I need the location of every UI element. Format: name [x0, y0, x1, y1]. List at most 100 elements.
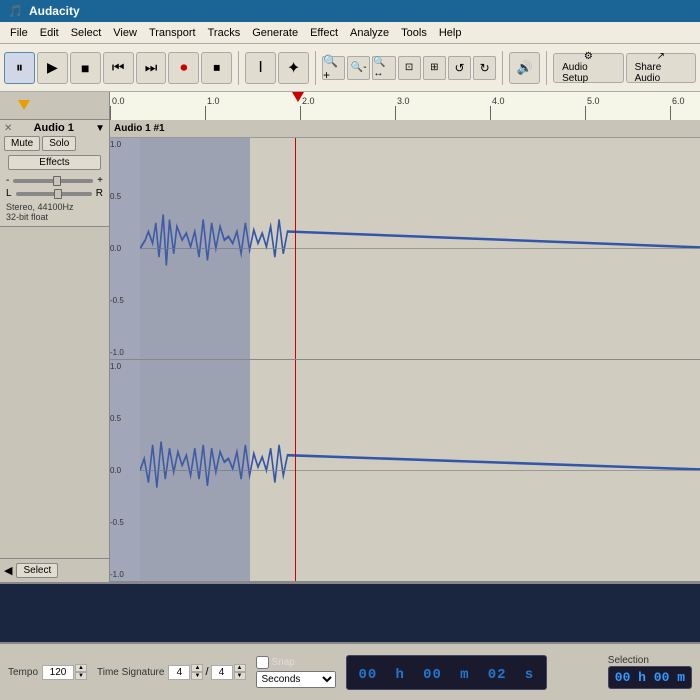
envelope-tool[interactable]: ✦	[278, 52, 309, 84]
ruler-tick-4: 4.0	[490, 96, 505, 106]
time-sig-num-down[interactable]: ▼	[191, 672, 203, 680]
tempo-label: Tempo	[8, 667, 38, 678]
separator3	[502, 51, 503, 85]
ruler[interactable]: 0.0 1.0 2.0 3.0 4.0 5.0 6.0	[110, 92, 700, 120]
app-icon: 🎵	[8, 4, 23, 18]
time-display: 00 h 00 m 02 s	[346, 655, 548, 690]
time-sig-den-up[interactable]: ▲	[234, 664, 246, 672]
ruler-tick-0: 0.0	[110, 96, 125, 106]
y-axis-ch2: 1.0 0.5 0.0 -0.5 -1.0	[110, 360, 140, 581]
track-menu-arrow[interactable]: ▼	[95, 123, 105, 134]
pause2-button[interactable]: ⏹	[201, 52, 232, 84]
time-sig-den-input[interactable]	[211, 665, 233, 680]
tempo-up-button[interactable]: ▲	[75, 664, 87, 672]
zoom-fit-button[interactable]: 🔍↔	[372, 56, 395, 80]
pan-knob[interactable]	[54, 189, 62, 199]
ruler-left-panel	[0, 92, 110, 119]
tracks-area: ✕ Audio 1 ▼ Mute Solo Effects -	[0, 120, 700, 582]
zoom-redo-button[interactable]: ↻	[473, 56, 496, 80]
pan-right-label: R	[96, 188, 103, 199]
tempo-field: Tempo ▲ ▼	[8, 664, 87, 680]
mute-button[interactable]: Mute	[4, 136, 40, 151]
time-sig-num-up[interactable]: ▲	[191, 664, 203, 672]
zoom-undo-button[interactable]: ↺	[448, 56, 471, 80]
audio-setup-label: Audio Setup	[562, 62, 614, 84]
gain-knob[interactable]	[53, 176, 61, 186]
menu-tracks[interactable]: Tracks	[202, 25, 247, 41]
zoom-sel-button[interactable]: ⊡	[398, 56, 421, 80]
snap-checkbox[interactable]	[256, 656, 269, 669]
pause-button[interactable]: ⏸	[4, 52, 35, 84]
y-axis-ch1: 1.0 0.5 0.0 -0.5 -1.0	[110, 138, 140, 359]
track-info: Stereo, 44100Hz32-bit float	[4, 200, 105, 224]
tempo-input[interactable]	[42, 665, 74, 680]
time-m-label: m	[460, 667, 469, 683]
menu-view[interactable]: View	[107, 25, 143, 41]
track-channel-1[interactable]: 1.0 0.5 0.0 -0.5 -1.0	[110, 138, 700, 360]
menu-edit[interactable]: Edit	[34, 25, 65, 41]
content-area: 0.0 1.0 2.0 3.0 4.0 5.0 6.0	[0, 92, 700, 582]
snap-select[interactable]: Seconds	[256, 671, 336, 688]
menubar: File Edit Select View Transport Tracks G…	[0, 22, 700, 44]
menu-generate[interactable]: Generate	[246, 25, 304, 41]
gain-min-label: -	[6, 175, 9, 186]
right-marker	[292, 92, 304, 102]
track-channel-2[interactable]: 1.0 0.5 0.0 -0.5 -1.0	[110, 360, 700, 582]
time-signature-field: Time Signature ▲ ▼ / ▲ ▼	[97, 664, 246, 680]
toolbar: ⏸ ▶ ■ ⏮ ⏭ ⏺ ⏹ I ✦ 🔍+ 🔍- 🔍↔ ⊡ ⊞ ↺ ↻ 🔊 ⚙ A…	[0, 44, 700, 92]
menu-tools[interactable]: Tools	[395, 25, 433, 41]
snap-field: Snap Seconds	[256, 656, 336, 688]
selection-area: Selection 00 h 00 m	[608, 655, 692, 689]
zoom-out-button[interactable]: 🔍-	[347, 56, 370, 80]
menu-analyze[interactable]: Analyze	[344, 25, 395, 41]
track-section-label-text: Audio 1 #1	[114, 123, 165, 134]
track-waveform-col: Audio 1 #1 1.0 0.5 0.0 -0.5 -1.0	[110, 120, 700, 582]
track-name: Audio 1	[34, 122, 74, 134]
scroll-left-icon: ◀	[4, 564, 12, 577]
volume-button[interactable]: 🔊	[509, 52, 540, 84]
pan-slider[interactable]	[16, 192, 92, 196]
left-marker	[18, 100, 30, 110]
tempo-down-button[interactable]: ▼	[75, 672, 87, 680]
separator2	[315, 51, 316, 85]
solo-button[interactable]: Solo	[42, 136, 76, 151]
select-bottom: ◀ Select	[0, 558, 109, 582]
effects-button[interactable]: Effects	[8, 155, 101, 170]
play-button[interactable]: ▶	[37, 52, 68, 84]
time-sig-num-input[interactable]	[168, 665, 190, 680]
playhead-ch2	[295, 360, 296, 581]
pan-left-label: L	[6, 188, 12, 199]
gain-slider[interactable]	[13, 179, 93, 183]
audio-setup-button[interactable]: ⚙ Audio Setup	[553, 53, 623, 83]
selection-label: Selection	[608, 655, 649, 666]
zoom-width-button[interactable]: ⊞	[423, 56, 446, 80]
playhead-ch1	[295, 138, 296, 359]
gain-max-label: +	[97, 175, 103, 186]
zoom-in-button[interactable]: 🔍+	[322, 56, 345, 80]
menu-transport[interactable]: Transport	[143, 25, 202, 41]
menu-file[interactable]: File	[4, 25, 34, 41]
select-button[interactable]: Select	[16, 563, 58, 578]
track-panel: ✕ Audio 1 ▼ Mute Solo Effects -	[0, 120, 110, 582]
separator4	[546, 51, 547, 85]
audio-setup-icon: ⚙	[584, 51, 593, 62]
selection-display: 00 h 00 m	[608, 666, 692, 689]
select-tool[interactable]: I	[245, 52, 276, 84]
menu-help[interactable]: Help	[433, 25, 468, 41]
next-button[interactable]: ⏭	[136, 52, 167, 84]
share-audio-label: Share Audio	[635, 62, 687, 84]
prev-button[interactable]: ⏮	[103, 52, 134, 84]
share-audio-button[interactable]: ↗ Share Audio	[626, 53, 696, 83]
separator1	[238, 51, 239, 85]
ruler-tick-6: 6.0	[670, 96, 685, 106]
track-close-button[interactable]: ✕	[4, 123, 12, 134]
menu-effect[interactable]: Effect	[304, 25, 344, 41]
time-sig-den-down[interactable]: ▼	[234, 672, 246, 680]
snap-label: Snap	[272, 657, 295, 668]
time-s-label: s	[525, 667, 534, 683]
app-title: Audacity	[29, 4, 80, 18]
stop-button[interactable]: ■	[70, 52, 101, 84]
menu-select[interactable]: Select	[65, 25, 108, 41]
record-button[interactable]: ⏺	[168, 52, 199, 84]
ruler-tick-3: 3.0	[395, 96, 410, 106]
